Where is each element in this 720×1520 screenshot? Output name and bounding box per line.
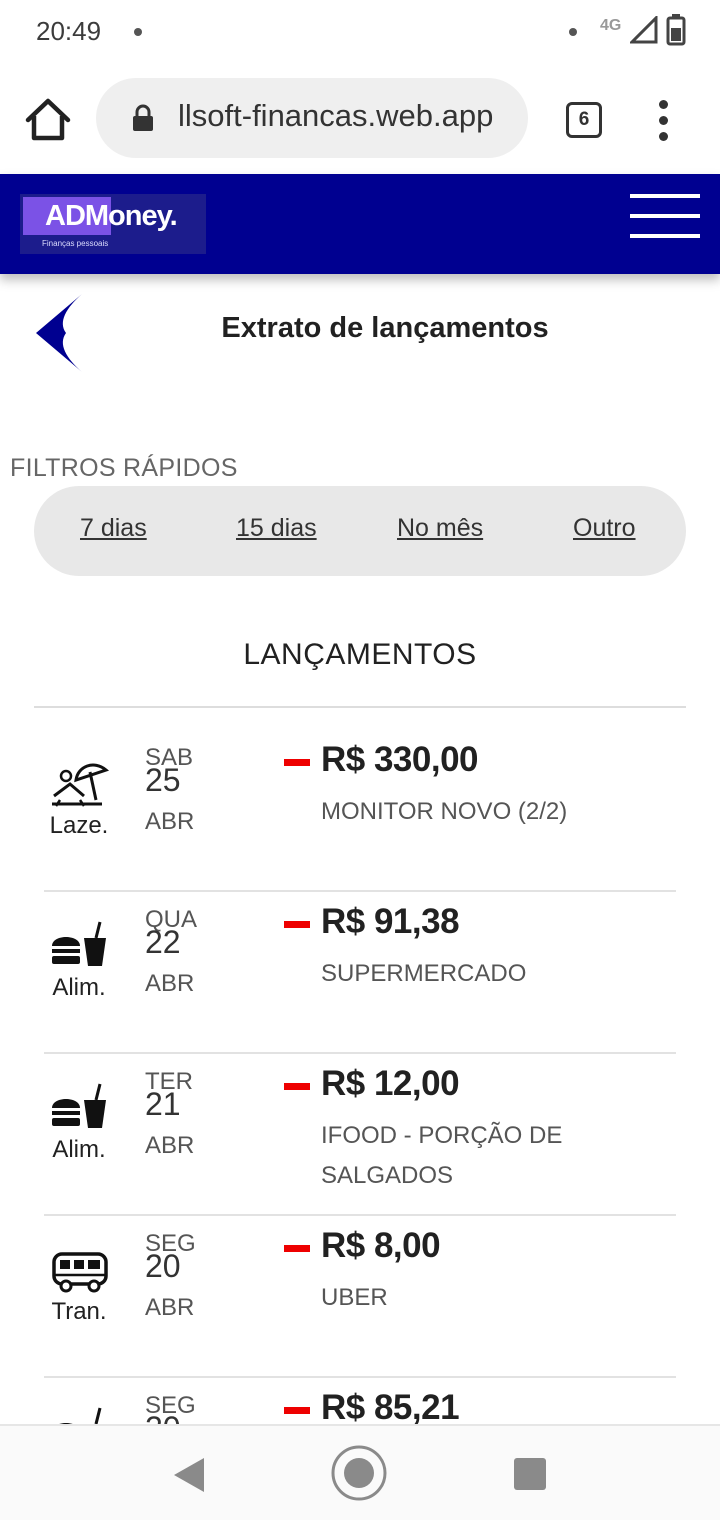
- hamburger-menu-icon[interactable]: [630, 194, 700, 242]
- beach-icon: [52, 763, 110, 807]
- tab-switcher-button[interactable]: 6: [566, 102, 602, 138]
- date-day: 20: [145, 1248, 181, 1284]
- bus-icon: [52, 1252, 108, 1293]
- date-month: ABR: [145, 970, 195, 997]
- date-day: 21: [145, 1086, 181, 1122]
- expense-minus-icon: [284, 921, 310, 928]
- quick-filters-bar: 7 dias 15 dias No mês Outro: [34, 486, 686, 576]
- address-bar[interactable]: llsoft-financas.web.app: [96, 78, 528, 158]
- date-month: ABR: [145, 1132, 195, 1159]
- filter-other[interactable]: Outro: [573, 514, 636, 543]
- nav-back-icon[interactable]: [172, 1456, 206, 1494]
- entry-description: MONITOR NOVO (2/2): [321, 798, 568, 825]
- status-bar: 20:49 4G: [0, 0, 720, 64]
- url-text: llsoft-financas.web.app: [178, 98, 494, 133]
- expense-minus-icon: [284, 1083, 310, 1090]
- category-label: Alim.: [52, 1136, 106, 1163]
- entry-description: UBER: [321, 1284, 388, 1311]
- entry-description: SUPERMERCADO: [321, 960, 527, 987]
- launch-entry[interactable]: Laze. SAB 25 ABR R$ 330,00 MONITOR NOVO …: [44, 730, 676, 892]
- battery-icon: [666, 14, 686, 46]
- food-icon: [52, 921, 106, 966]
- home-icon[interactable]: [22, 94, 74, 146]
- launches-title: LANÇAMENTOS: [243, 638, 477, 671]
- app-logo[interactable]: ADMoney. Finanças pessoais: [20, 194, 206, 254]
- filter-7-days[interactable]: 7 dias: [80, 514, 147, 543]
- date-month: ABR: [145, 1294, 195, 1321]
- date-day: 22: [145, 924, 181, 960]
- entry-amount: R$ 12,00: [321, 1064, 460, 1103]
- nav-home-icon[interactable]: [330, 1444, 388, 1502]
- entry-amount: R$ 91,38: [321, 902, 460, 941]
- category-label: Laze.: [49, 812, 109, 839]
- expense-minus-icon: [284, 759, 310, 766]
- quick-filters-label: FILTROS RÁPIDOS: [10, 454, 238, 482]
- logo-text: ADMoney.: [45, 200, 178, 232]
- category-label: Alim.: [52, 974, 106, 1001]
- category-label: Tran.: [51, 1298, 107, 1325]
- system-nav-bar: [0, 1424, 720, 1520]
- launch-entry[interactable]: Alim. QUA 22 ABR R$ 91,38 SUPERMERCADO: [44, 892, 676, 1054]
- divider: [34, 706, 686, 708]
- filter-this-month[interactable]: No mês: [397, 514, 483, 543]
- network-type: 4G: [600, 17, 622, 34]
- entry-description: IFOOD - PORÇÃO DE SALGADOS: [321, 1122, 563, 1189]
- date-day: 25: [145, 762, 181, 798]
- entry-amount: R$ 85,21: [321, 1388, 460, 1427]
- browser-toolbar: llsoft-financas.web.app 6: [0, 64, 720, 174]
- page-title: Extrato de lançamentos: [221, 312, 549, 344]
- status-time: 20:49: [36, 16, 102, 46]
- nav-recent-apps-icon[interactable]: [514, 1458, 546, 1490]
- food-icon: [52, 1083, 106, 1128]
- launch-entry[interactable]: Alim. TER 21 ABR R$ 12,00 IFOOD - PORÇÃO…: [44, 1054, 676, 1216]
- app-header: ADMoney. Finanças pessoais: [0, 174, 720, 274]
- lock-icon: [133, 104, 153, 131]
- launch-entry[interactable]: Tran. SEG 20 ABR R$ 8,00 UBER: [44, 1216, 676, 1378]
- filter-15-days[interactable]: 15 dias: [236, 514, 317, 543]
- entry-amount: R$ 8,00: [321, 1226, 441, 1265]
- notification-dot-icon: [569, 28, 577, 36]
- more-options-icon[interactable]: [650, 98, 676, 142]
- logo-subtitle: Finanças pessoais: [42, 239, 109, 248]
- entry-amount: R$ 330,00: [321, 740, 479, 779]
- date-month: ABR: [145, 808, 195, 835]
- signal-icon: [630, 16, 658, 44]
- expense-minus-icon: [284, 1245, 310, 1252]
- notification-dot-icon: [134, 28, 142, 36]
- expense-minus-icon: [284, 1407, 310, 1414]
